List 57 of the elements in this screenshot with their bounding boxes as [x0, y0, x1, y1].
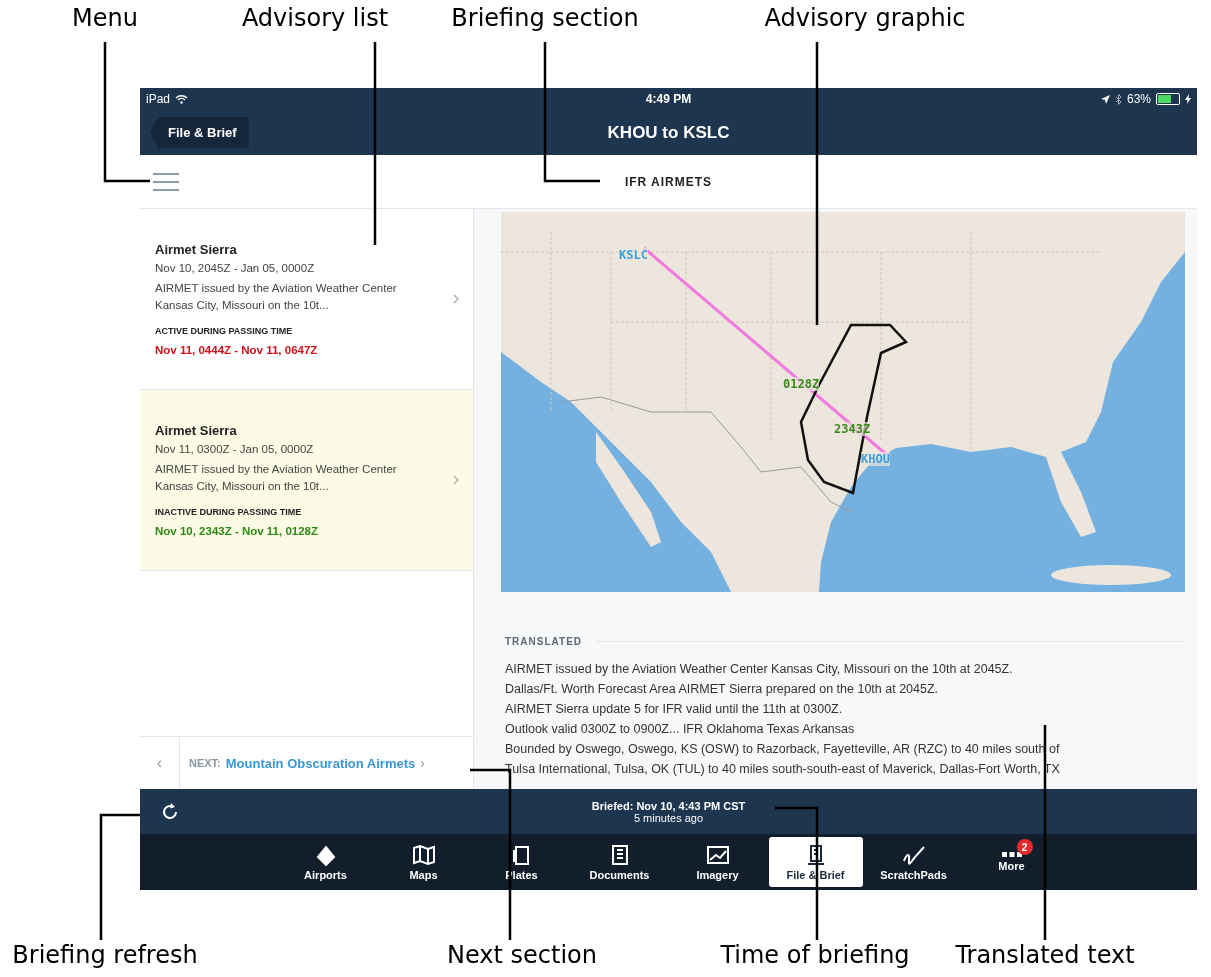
briefing-time: Briefed: Nov 10, 4:43 PM CST [591, 799, 746, 812]
advisory-summary: AIRMET issued by the Aviation Weather Center Kansas City, Missouri on the 10t... [155, 462, 398, 494]
briefing-age: 5 minutes ago [633, 811, 704, 824]
status-window: Nov 10, 2343Z - Nov 11, 0128Z [155, 525, 453, 537]
chevron-right-icon [453, 475, 459, 485]
bluetooth-icon [1114, 93, 1122, 105]
status-window: Nov 11, 0444Z - Nov 11, 0647Z [155, 344, 453, 356]
notification-badge: 2 [1016, 839, 1033, 855]
advisory-dates: Nov 11, 0300Z - Jan 05, 0000Z [155, 443, 315, 455]
next-label: NEXT: [189, 757, 221, 769]
advisory-summary: AIRMET issued by the Aviation Weather Center Kansas City, Missouri on the 10t... [155, 281, 398, 313]
annotation-label: Advisory list [241, 4, 389, 32]
status-label: ACTIVE DURING PASSING TIME [155, 326, 294, 336]
menu-icon[interactable] [153, 172, 179, 191]
tab-button[interactable]: File & Brief [768, 837, 863, 887]
map-marker-label: 2343Z [834, 422, 871, 436]
wifi-icon [175, 94, 189, 104]
translated-text-line: AIRMET Sierra update 5 for IFR valid until the 11th at 0300Z. [505, 701, 844, 718]
tab-button[interactable]: Imagery [670, 837, 765, 887]
advisory-title: Airmet Sierra [155, 242, 238, 257]
clock-time: 4:49 PM [645, 92, 692, 106]
advisory-dates: Nov 10, 2045Z - Jan 05, 0000Z [155, 262, 316, 274]
annotation-label: Translated text [955, 941, 1135, 969]
refresh-icon[interactable] [160, 801, 180, 822]
next-chevron: › [420, 755, 425, 771]
map-marker-label: 0128Z [783, 377, 820, 391]
translated-text-line: AIRMET issued by the Aviation Weather Center Kansas City, Missouri on the 10th at 2045Z. [505, 661, 1014, 678]
more-icon [1001, 852, 1022, 857]
battery-percent: 63% [1126, 92, 1151, 106]
section-heading: TRANSLATED [505, 636, 583, 647]
tab-button[interactable]: Documents [572, 837, 667, 887]
advisory-item[interactable]: Airmet Sierra Nov 11, 0300Z - Jan 05, 0000Z AIRMET issued by the Aviation Weather Center Kansas City, Missouri on the 10t... INACTIVE DURING PASSING TIME Nov 10, 2343Z - Nov 11, 0128Z [140, 390, 473, 571]
advisory-title: Airmet Sierra [155, 423, 238, 438]
translated-text-line: Dallas/Ft. Worth Forecast Area AIRMET Sierra prepared on the 10th at 2045Z. [505, 681, 940, 698]
status-label: INACTIVE DURING PASSING TIME [155, 507, 303, 517]
chart-icon [704, 843, 731, 866]
annotation-label: Advisory graphic [764, 4, 966, 32]
annotation-label: Menu [72, 4, 138, 32]
tab-button[interactable]: More 2 [964, 837, 1059, 887]
tab-button[interactable]: Airports [278, 837, 373, 887]
tab-button[interactable]: ScratchPads [866, 837, 961, 887]
chevron-right-icon [453, 294, 459, 304]
map-icon [410, 843, 437, 866]
annotation-label: Time of briefing [720, 941, 910, 969]
section-title: IFR AIRMETS [624, 174, 713, 189]
battery-icon [1156, 93, 1180, 105]
map-marker-label: KHOU [861, 452, 890, 466]
annotation-label: Briefing section [451, 4, 639, 32]
annotation-label: Briefing refresh [12, 941, 198, 969]
back-button[interactable]: File & Brief [150, 117, 249, 148]
tab-button[interactable]: Maps [376, 837, 471, 887]
translated-text-line: Outlook valid 0300Z to 0900Z... IFR Oklahoma Texas Arkansas [505, 721, 856, 738]
device-name: iPad [146, 92, 171, 106]
annotation-label: Next section [447, 941, 597, 969]
screen-title: KHOU to KSLC [607, 122, 730, 143]
map-marker-label: KSLC [619, 248, 648, 262]
location-arrow-icon [1100, 94, 1110, 104]
